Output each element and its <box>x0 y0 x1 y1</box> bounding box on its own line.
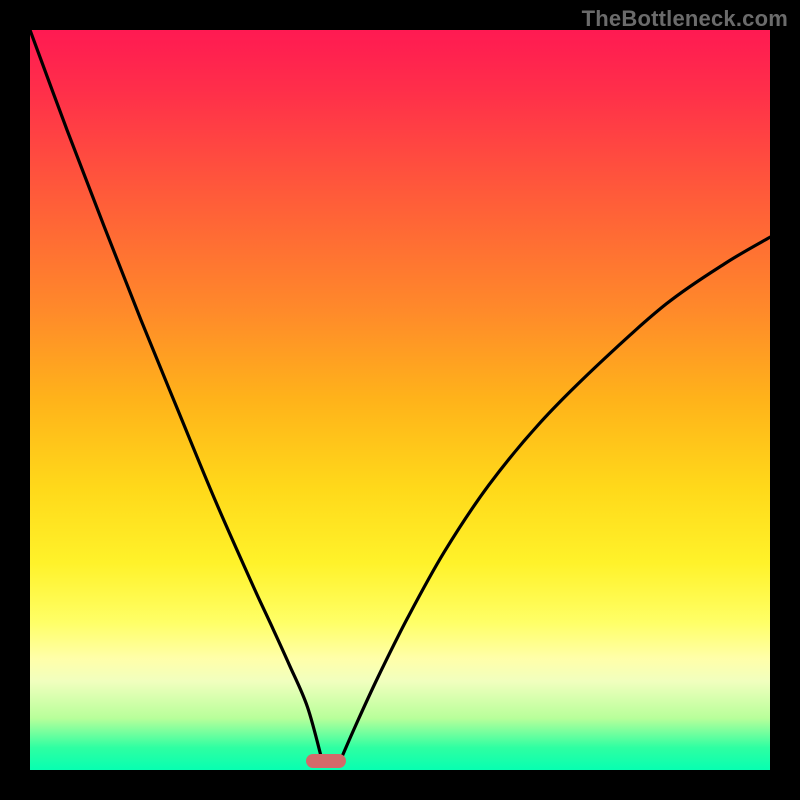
min-marker <box>306 754 346 768</box>
right-curve <box>340 237 770 761</box>
plot-area <box>30 30 770 770</box>
chart-frame: TheBottleneck.com <box>0 0 800 800</box>
left-curve <box>30 30 322 761</box>
watermark-text: TheBottleneck.com <box>582 6 788 32</box>
chart-curves <box>30 30 770 770</box>
